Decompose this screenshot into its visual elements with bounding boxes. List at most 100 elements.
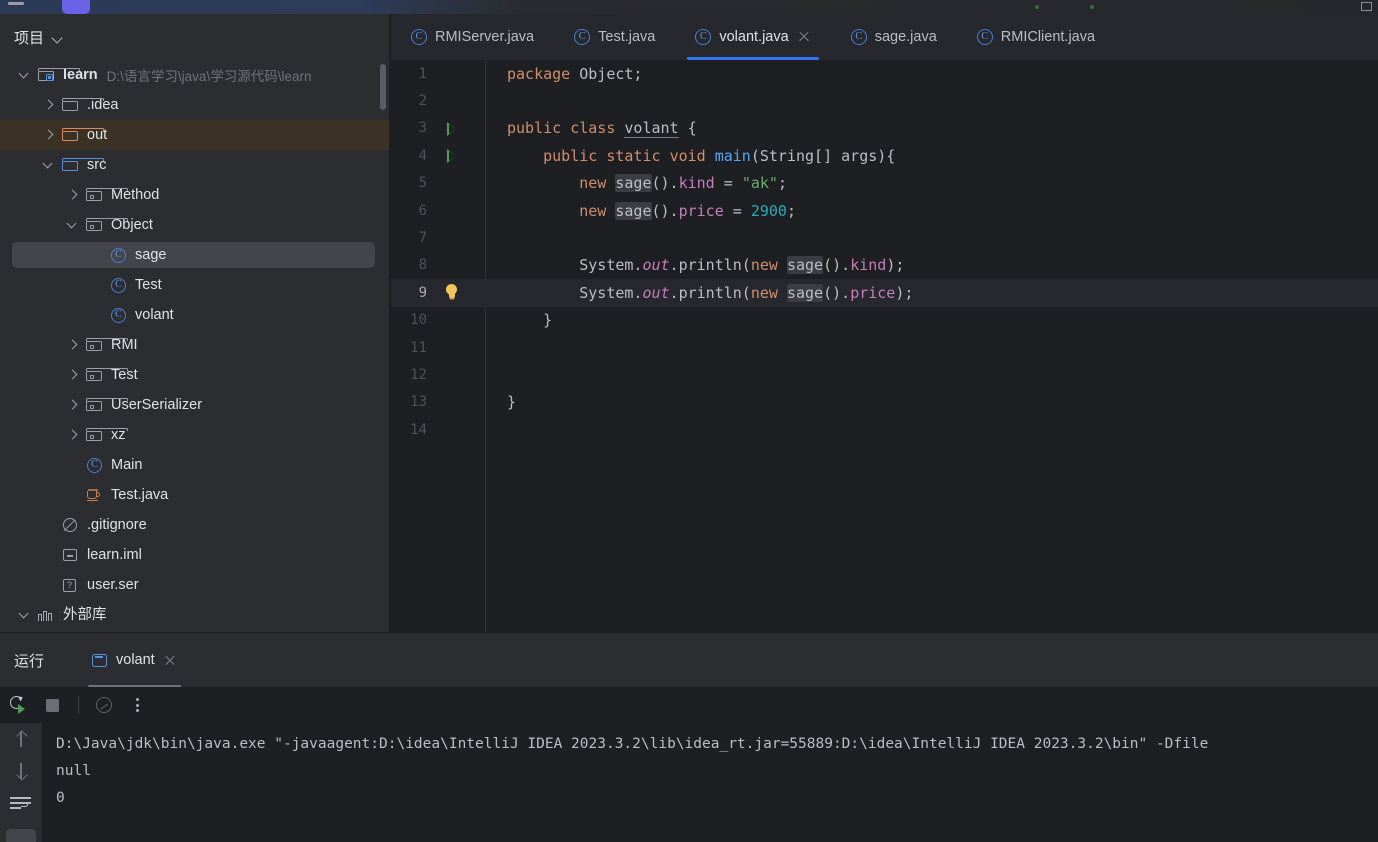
profiler-button[interactable] xyxy=(89,691,119,719)
run-gutter-icon[interactable] xyxy=(447,121,456,136)
tree-item-label: out xyxy=(87,127,108,143)
code-line[interactable]: 7 xyxy=(391,224,1378,251)
scroll-up-button[interactable] xyxy=(0,723,42,755)
project-tree[interactable]: learn D:\语言学习\java\学习源代码\learn .idea out src… xyxy=(0,60,389,632)
editor-gutter[interactable] xyxy=(435,87,493,114)
editor-gutter[interactable] xyxy=(435,252,493,279)
tree-item-object[interactable]: Object xyxy=(0,210,389,240)
editor-tab-sage-java[interactable]: Csage.java xyxy=(831,14,957,60)
tree-item-learn[interactable]: learn D:\语言学习\java\学习源代码\learn xyxy=(0,60,389,90)
editor-gutter[interactable] xyxy=(435,361,493,388)
code-line[interactable]: 12 xyxy=(391,361,1378,388)
line-number: 4 xyxy=(418,147,427,164)
tree-item-test[interactable]: C Test xyxy=(0,270,389,300)
editor-tab-test-java[interactable]: C Test.java xyxy=(554,14,675,60)
chevron-down-icon[interactable] xyxy=(38,150,60,180)
line-number: 7 xyxy=(418,230,427,247)
editor-gutter[interactable] xyxy=(435,115,493,142)
code-line[interactable]: 4 public static void main(String[] args)… xyxy=(391,142,1378,169)
run-tab-label: volant xyxy=(116,652,155,668)
code-line[interactable]: 1 package Object; xyxy=(391,60,1378,87)
tree-item-out[interactable]: out xyxy=(0,120,389,150)
code-line[interactable]: 6 new sage().price = 2900; xyxy=(391,197,1378,224)
code-line[interactable]: 5 new sage().kind = "ak"; xyxy=(391,170,1378,197)
chevron-right-icon[interactable] xyxy=(62,420,84,450)
tree-item--idea[interactable]: .idea xyxy=(0,90,389,120)
run-configuration-tab[interactable]: volant xyxy=(78,633,191,687)
editor-gutter[interactable] xyxy=(435,389,493,416)
editor-gutter[interactable] xyxy=(435,170,493,197)
chevron-right-icon[interactable] xyxy=(38,90,60,120)
editor-gutter[interactable] xyxy=(435,197,493,224)
chevron-right-icon[interactable] xyxy=(38,120,60,150)
run-tool-window: 运行 volant D:\Java\jdk\bin\java.exe "-jav… xyxy=(0,632,1378,842)
soft-wrap-button[interactable] xyxy=(0,787,42,819)
tree-item-volant[interactable]: Cvolant xyxy=(0,300,389,330)
tree-item-src[interactable]: src xyxy=(0,150,389,180)
stop-button[interactable] xyxy=(38,691,68,719)
code-line[interactable]: 9 System.out.println(new sage().price); xyxy=(391,279,1378,307)
tree-item-test[interactable]: Test xyxy=(0,360,389,390)
code-editor[interactable]: 1 package Object; 2 3 public class volant {4… xyxy=(391,60,1378,632)
editor-gutter[interactable] xyxy=(435,142,493,169)
class-icon: C xyxy=(111,278,126,293)
editor-tab-volant-java[interactable]: Cvolant.java xyxy=(675,14,830,60)
tree-item-外部库[interactable]: 外部库 xyxy=(0,600,389,630)
tree-item-main[interactable]: C Main xyxy=(0,450,389,480)
rerun-button[interactable] xyxy=(4,691,34,719)
line-number: 10 xyxy=(410,312,427,329)
chevron-down-icon[interactable] xyxy=(14,600,36,630)
editor-gutter[interactable] xyxy=(435,416,493,443)
more-options-button[interactable] xyxy=(123,691,153,719)
unknown-file-icon: ? xyxy=(63,579,76,592)
editor-tab-label: Test.java xyxy=(598,29,656,45)
console-output[interactable]: D:\Java\jdk\bin\java.exe "-javaagent:D:\… xyxy=(42,723,1378,842)
code-text: new sage().kind = "ak"; xyxy=(579,174,787,193)
run-gutter-icon[interactable] xyxy=(447,149,456,164)
chevron-down-icon[interactable] xyxy=(62,210,84,240)
line-number: 3 xyxy=(418,120,427,137)
code-line[interactable]: 3 public class volant { xyxy=(391,115,1378,142)
code-line[interactable]: 13} xyxy=(391,389,1378,416)
code-line[interactable]: 8 System.out.println(new sage().kind); xyxy=(391,252,1378,279)
tree-item-user-ser[interactable]: ? user.ser xyxy=(0,570,389,600)
project-panel-header: 项目 xyxy=(0,14,389,60)
tree-item-learn-iml[interactable]: learn.iml xyxy=(0,540,389,570)
chevron-right-icon[interactable] xyxy=(62,180,84,210)
console-gutter-extra-button[interactable] xyxy=(6,829,36,842)
tree-item-userserializer[interactable]: UserSerializer xyxy=(0,390,389,420)
chevron-right-icon[interactable] xyxy=(62,360,84,390)
chevron-down-icon[interactable] xyxy=(52,32,63,43)
tree-item-method[interactable]: Method xyxy=(0,180,389,210)
tree-item-sage[interactable]: Csage xyxy=(0,240,389,270)
close-icon[interactable] xyxy=(797,30,811,44)
code-text: } xyxy=(507,393,517,412)
code-line[interactable]: 11 xyxy=(391,334,1378,361)
editor-tab-rmiserver-java[interactable]: C RMIServer.java xyxy=(391,14,554,60)
tree-item-test-java[interactable]: Test.java xyxy=(0,480,389,510)
close-icon[interactable] xyxy=(164,654,177,667)
line-number: 9 xyxy=(418,284,427,301)
editor-gutter[interactable] xyxy=(435,224,493,251)
scroll-down-button[interactable] xyxy=(0,755,42,787)
code-line[interactable]: 14 xyxy=(391,416,1378,443)
editor-gutter[interactable] xyxy=(435,60,493,87)
editor-gutter[interactable] xyxy=(435,279,493,306)
tree-item--gitignore[interactable]: .gitignore xyxy=(0,510,389,540)
intention-bulb-icon[interactable] xyxy=(446,284,457,299)
close-icon[interactable] xyxy=(1361,2,1372,11)
chevron-down-icon[interactable] xyxy=(14,60,36,90)
editor-gutter[interactable] xyxy=(435,307,493,334)
code-line[interactable]: 2 xyxy=(391,87,1378,114)
minimize-icon[interactable] xyxy=(8,2,24,5)
code-text: System.out.println(new sage().price); xyxy=(507,283,914,302)
code-line[interactable]: 10 } xyxy=(391,307,1378,334)
tree-item-label: Test xyxy=(135,277,162,293)
tree-item-rmi[interactable]: RMI xyxy=(0,330,389,360)
chevron-right-icon[interactable] xyxy=(62,330,84,360)
tree-item-xz[interactable]: xz xyxy=(0,420,389,450)
editor-gutter[interactable] xyxy=(435,334,493,361)
editor-tab-rmiclient-java[interactable]: C RMIClient.java xyxy=(957,14,1115,60)
chevron-right-icon[interactable] xyxy=(62,390,84,420)
